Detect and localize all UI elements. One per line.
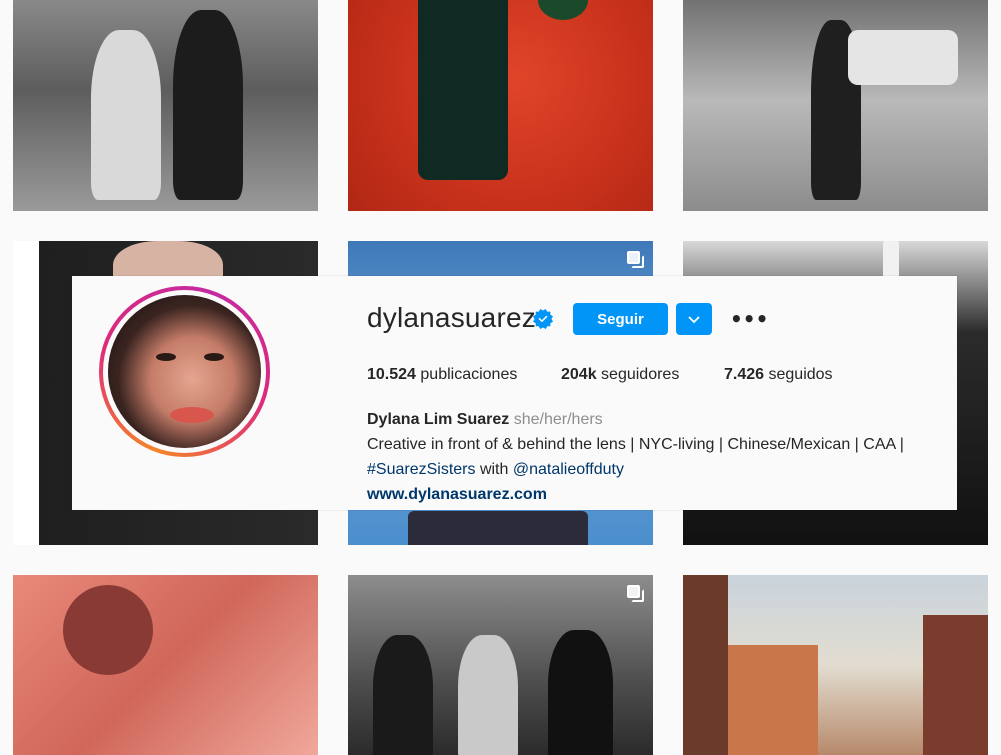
multiple-posts-icon [627,585,644,602]
avatar-eye-left [156,353,176,361]
suggested-accounts-button[interactable] [676,303,712,335]
following-count: 7.426 [724,366,765,383]
avatar-eye-right [204,353,224,361]
following-label: seguidos [768,366,833,383]
profile-username: dylanasuarez [367,302,536,333]
bio-hashtag-link[interactable]: #SuarezSisters [367,461,476,478]
bio-website-line: www.dylanasuarez.com [367,482,904,507]
profile-header-card: dylanasuarez Seguir ••• 10.524 publicaci… [72,276,957,510]
bio-website-link[interactable]: www.dylanasuarez.com [367,486,547,503]
bio-description: Creative in front of & behind the lens |… [367,436,904,453]
post-tile-times-square[interactable] [683,0,988,211]
post-tile-red-backdrop[interactable] [348,0,653,211]
post-tile-street-walkers[interactable] [13,0,318,211]
followers-label: seguidores [601,366,680,383]
bio-pronouns: she/her/hers [513,411,603,428]
follow-button[interactable]: Seguir [573,303,668,335]
stat-posts: 10.524 publicaciones [367,366,517,384]
chevron-down-icon [688,315,700,323]
multiple-posts-icon [627,251,644,268]
bio-mention-link[interactable]: @natalieoffduty [513,461,624,478]
bio-name-line: Dylana Lim Suarez she/her/hers [367,407,904,432]
post-tile-three-women[interactable] [348,575,653,755]
posts-count: 10.524 [367,366,416,383]
followers-count: 204k [561,366,597,383]
avatar-ring-gap [103,290,266,453]
posts-label: publicaciones [420,366,518,383]
avatar-lips [170,407,214,423]
profile-bio: Dylana Lim Suarez she/her/hers Creative … [367,407,904,507]
bio-full-name: Dylana Lim Suarez [367,411,510,428]
avatar-story-ring[interactable] [99,286,270,457]
post-tile-city-buildings[interactable] [683,575,988,755]
stat-following[interactable]: 7.426 seguidos [724,366,833,384]
more-options-button[interactable]: ••• [724,304,768,334]
stat-followers[interactable]: 204k seguidores [561,366,679,384]
bio-with-text: with [475,461,513,478]
bio-tags-line: #SuarezSisters with @natalieoffduty [367,457,904,482]
post-tile-pink-shadow[interactable] [13,575,318,755]
verified-badge-icon [533,309,553,329]
avatar [108,295,261,448]
